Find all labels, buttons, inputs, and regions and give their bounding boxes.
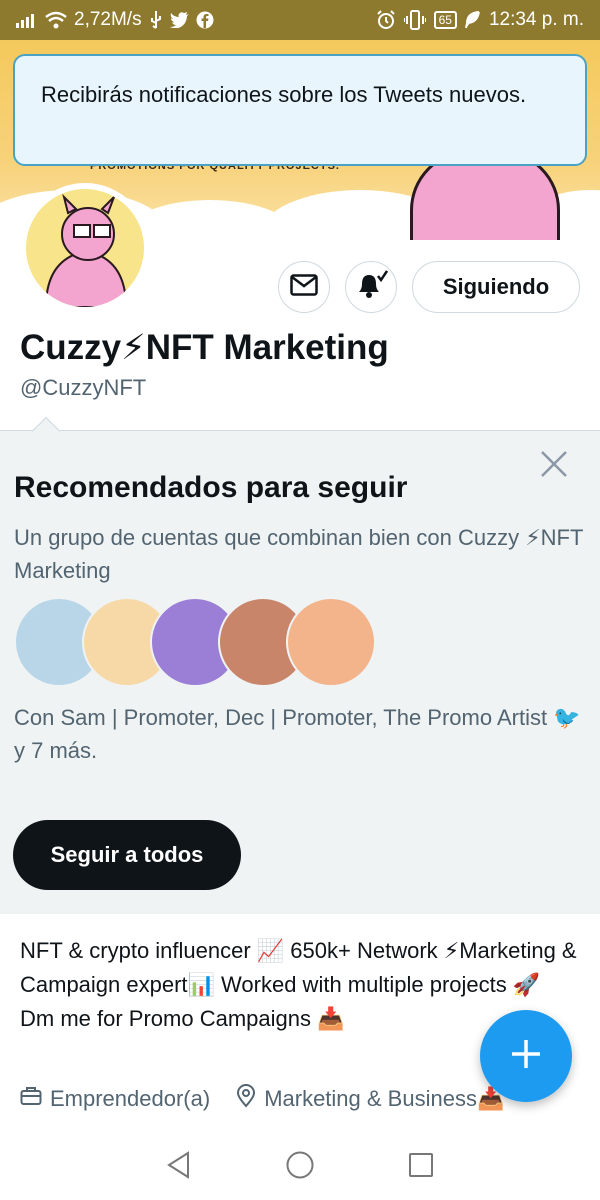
follow-all-label: Seguir a todos	[50, 842, 204, 867]
recents-icon[interactable]	[408, 1152, 434, 1183]
avatar-image	[26, 189, 144, 307]
location: Marketing & Business📥	[236, 1084, 504, 1114]
notification-toast: Recibirás notificaciones sobre los Tweet…	[13, 54, 587, 166]
profile-handle: @CuzzyNFT	[20, 375, 147, 400]
signal-icon	[16, 12, 38, 28]
twitter-icon	[169, 12, 190, 28]
recommendations-title: Recomendados para seguir	[14, 471, 408, 504]
clock: 12:34 p. m.	[488, 9, 584, 30]
following-label: Siguiendo	[442, 274, 550, 299]
compose-tweet-button[interactable]	[480, 1010, 572, 1102]
home-icon[interactable]	[285, 1150, 315, 1185]
system-nav-bar	[0, 1134, 600, 1200]
plus-icon	[509, 1037, 543, 1076]
vibrate-icon	[403, 10, 426, 30]
status-bar: 2,72M/s 65 12:34 p. m.	[0, 0, 600, 40]
back-icon[interactable]	[166, 1150, 192, 1184]
follow-all-button[interactable]: Seguir a todos	[13, 820, 241, 890]
location-pin-icon	[236, 1084, 256, 1114]
recommendations-accounts: Con Sam | Promoter, Dec | Promoter, The …	[14, 705, 581, 763]
battery-icon: 65	[433, 11, 457, 29]
occupation-text: Emprendedor(a)	[50, 1086, 211, 1111]
occupation: Emprendedor(a)	[20, 1086, 210, 1112]
bell-check-icon	[354, 269, 389, 305]
message-button[interactable]	[278, 261, 330, 313]
usb-icon	[148, 10, 164, 30]
wifi-icon	[44, 11, 68, 29]
facebook-icon	[196, 11, 214, 29]
close-icon[interactable]	[539, 449, 569, 479]
recommendations-panel: Recomendados para seguir Un grupo de cue…	[0, 416, 600, 914]
notifications-button[interactable]	[345, 261, 397, 313]
briefcase-icon	[20, 1086, 42, 1112]
network-speed: 2,72M/s	[74, 9, 142, 30]
recommended-avatar[interactable]	[286, 597, 376, 687]
leaf-icon	[464, 11, 481, 29]
panel-caret	[31, 416, 61, 446]
recommended-avatars[interactable]	[14, 597, 376, 689]
toast-message: Recibirás notificaciones sobre los Tweet…	[41, 82, 527, 107]
location-text: Marketing & Business📥	[264, 1086, 505, 1111]
following-button[interactable]: Siguiendo	[412, 261, 580, 313]
mail-icon	[290, 273, 318, 301]
profile-avatar[interactable]	[20, 183, 150, 313]
alarm-icon	[376, 10, 396, 30]
recommendations-subtitle: Un grupo de cuentas que combinan bien co…	[14, 525, 584, 583]
profile-name: Cuzzy⚡NFT Marketing	[20, 328, 389, 367]
